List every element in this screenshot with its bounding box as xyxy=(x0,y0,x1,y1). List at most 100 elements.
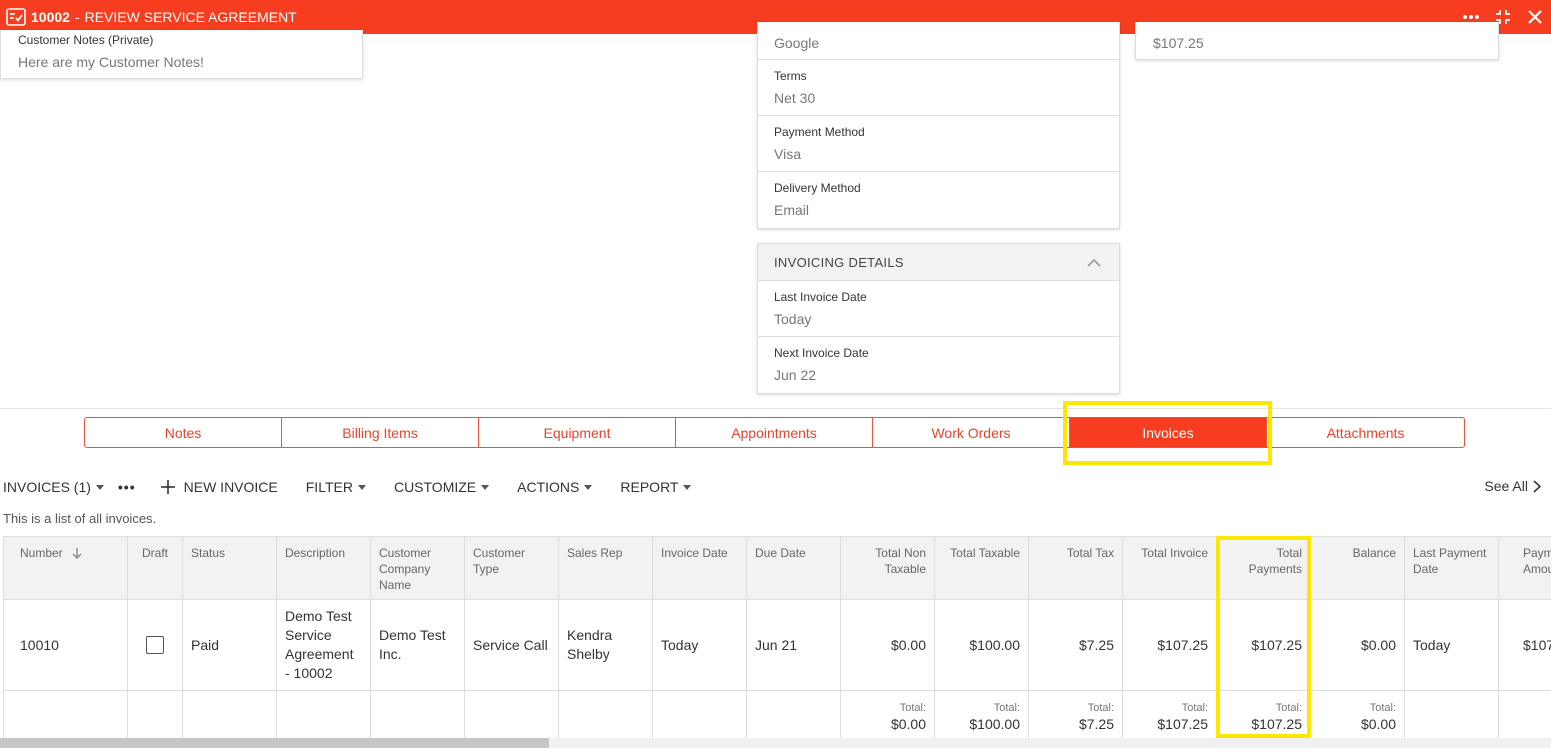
tab-work-orders[interactable]: Work Orders xyxy=(873,418,1070,447)
totals-spacer xyxy=(559,691,653,739)
tab-billing-items[interactable]: Billing Items xyxy=(282,418,479,447)
caret-down-icon xyxy=(481,484,490,490)
column-header-invoice-date[interactable]: Invoice Date xyxy=(653,537,747,600)
totals-spacer xyxy=(1405,691,1499,739)
column-header-total-tax[interactable]: Total Tax xyxy=(1029,537,1123,600)
tab-equipment[interactable]: Equipment xyxy=(479,418,676,447)
invoicing-details-header[interactable]: INVOICING DETAILS xyxy=(758,244,1119,281)
delivery-method-value: Email xyxy=(774,202,810,218)
cell-total-non-taxable: $0.00 xyxy=(841,600,935,691)
total-tax: Total: $7.25 xyxy=(1029,691,1123,739)
totals-spacer xyxy=(4,691,128,739)
total-taxable: Total: $100.00 xyxy=(935,691,1029,739)
filter-label: FILTER xyxy=(305,479,353,495)
list-more-button[interactable]: ••• xyxy=(118,479,136,495)
total-non-taxable: Total: $0.00 xyxy=(841,691,935,739)
sort-arrow-down-icon[interactable] xyxy=(72,547,82,563)
total-balance: Total: $0.00 xyxy=(1311,691,1405,739)
cell-number[interactable]: 10010 xyxy=(4,600,128,691)
billing-info-card: Google Terms Net 30 Payment Method Visa … xyxy=(757,22,1120,229)
referral-field: Google xyxy=(758,22,1119,60)
cell-total-taxable: $100.00 xyxy=(935,600,1029,691)
total-label: Total: xyxy=(993,702,1020,714)
customize-dropdown[interactable]: CUSTOMIZE xyxy=(393,479,490,495)
column-header-last-payment-date[interactable]: Last Payment Date xyxy=(1405,537,1499,600)
report-dropdown[interactable]: REPORT xyxy=(620,479,692,495)
totals-spacer xyxy=(1499,691,1551,739)
total-label: Total: xyxy=(1181,702,1208,714)
column-header-payment-amount[interactable]: Payment Amount xyxy=(1499,537,1551,600)
customer-notes-card: Customer Notes (Private) Here are my Cus… xyxy=(0,30,363,79)
list-view-dropdown[interactable]: INVOICES (1) xyxy=(3,479,104,495)
payment-method-value: Visa xyxy=(774,146,801,162)
scrollbar-thumb[interactable] xyxy=(0,738,549,748)
record-number: 10002 xyxy=(31,9,70,25)
cell-customer-type: Service Call xyxy=(465,600,559,691)
tab-attachments[interactable]: Attachments xyxy=(1267,418,1464,447)
draft-checkbox[interactable] xyxy=(146,636,164,654)
invoice-grid: Number Draft Status Description Customer… xyxy=(3,536,1551,739)
column-header-balance[interactable]: Balance xyxy=(1311,537,1405,600)
delivery-method-label: Delivery Method xyxy=(774,181,861,195)
next-invoice-date-field: Next Invoice Date Jun 22 xyxy=(758,337,1119,393)
cell-description: Demo Test Service Agreement - 10002 xyxy=(277,600,371,691)
column-header-number[interactable]: Number xyxy=(4,537,128,600)
column-header-description[interactable]: Description xyxy=(277,537,371,600)
cell-sales-rep: Kendra Shelby xyxy=(559,600,653,691)
tab-appointments[interactable]: Appointments xyxy=(676,418,873,447)
totals-spacer xyxy=(747,691,841,739)
next-invoice-date-value: Jun 22 xyxy=(774,367,817,383)
totals-row: Total: $0.00 Total: $100.00 Total: $7.25… xyxy=(4,691,1551,739)
title-separator: - xyxy=(74,9,80,25)
actions-dropdown[interactable]: ACTIONS xyxy=(517,479,593,495)
caret-down-icon xyxy=(683,484,692,490)
cell-total-invoice: $107.25 xyxy=(1123,600,1217,691)
tab-notes[interactable]: Notes xyxy=(85,418,282,447)
total-label: Total: xyxy=(1087,702,1114,714)
new-invoice-button[interactable]: NEW INVOICE xyxy=(160,479,278,495)
cell-payment-amount: $107.25 xyxy=(1499,600,1551,691)
more-dots-icon: ••• xyxy=(117,479,136,495)
grid-header-row: Number Draft Status Description Customer… xyxy=(4,537,1551,600)
column-header-draft[interactable]: Draft xyxy=(128,537,183,600)
table-row[interactable]: 10010 Paid Demo Test Service Agreement -… xyxy=(4,600,1551,691)
total-invoice-value: $107.25 xyxy=(1157,716,1208,732)
cell-total-tax: $7.25 xyxy=(1029,600,1123,691)
close-icon[interactable] xyxy=(1519,0,1551,34)
terms-field: Terms Net 30 xyxy=(758,60,1119,116)
column-header-customer-type[interactable]: Customer Type xyxy=(465,537,559,600)
last-invoice-date-value: Today xyxy=(774,311,812,327)
column-header-sales-rep[interactable]: Sales Rep xyxy=(559,537,653,600)
horizontal-scrollbar[interactable] xyxy=(0,738,1551,748)
last-invoice-date-field: Last Invoice Date Today xyxy=(758,281,1119,337)
column-header-due-date[interactable]: Due Date xyxy=(747,537,841,600)
column-header-company[interactable]: Customer Company Name xyxy=(371,537,465,600)
actions-label: ACTIONS xyxy=(517,479,580,495)
totals-spacer xyxy=(128,691,183,739)
total-non-taxable-value: $0.00 xyxy=(890,716,926,732)
column-header-status[interactable]: Status xyxy=(183,537,277,600)
caret-down-icon xyxy=(357,484,366,490)
total-invoice: Total: $107.25 xyxy=(1123,691,1217,739)
last-invoice-date-label: Last Invoice Date xyxy=(774,290,867,304)
chevron-right-icon xyxy=(1533,479,1541,493)
column-header-total-taxable[interactable]: Total Taxable xyxy=(935,537,1029,600)
see-all-label: See All xyxy=(1484,478,1528,494)
customer-notes-value: Here are my Customer Notes! xyxy=(18,54,204,70)
filter-dropdown[interactable]: FILTER xyxy=(306,479,366,495)
amount-value: $107.25 xyxy=(1153,35,1204,51)
report-label: REPORT xyxy=(620,479,679,495)
new-invoice-label: NEW INVOICE xyxy=(183,479,278,495)
total-payments-column-highlight xyxy=(1216,536,1311,738)
column-header-total-invoice[interactable]: Total Invoice xyxy=(1123,537,1217,600)
cell-last-payment-date: Today xyxy=(1405,600,1499,691)
column-header-total-non-taxable[interactable]: Total Non Taxable xyxy=(841,537,935,600)
invoicing-details-title: INVOICING DETAILS xyxy=(774,254,904,270)
chevron-up-icon[interactable] xyxy=(1087,255,1101,270)
totals-spacer xyxy=(277,691,371,739)
plus-icon xyxy=(160,479,176,495)
totals-spacer xyxy=(183,691,277,739)
customize-label: CUSTOMIZE xyxy=(393,479,477,495)
cell-status: Paid xyxy=(183,600,277,691)
see-all-link[interactable]: See All xyxy=(1484,478,1541,494)
